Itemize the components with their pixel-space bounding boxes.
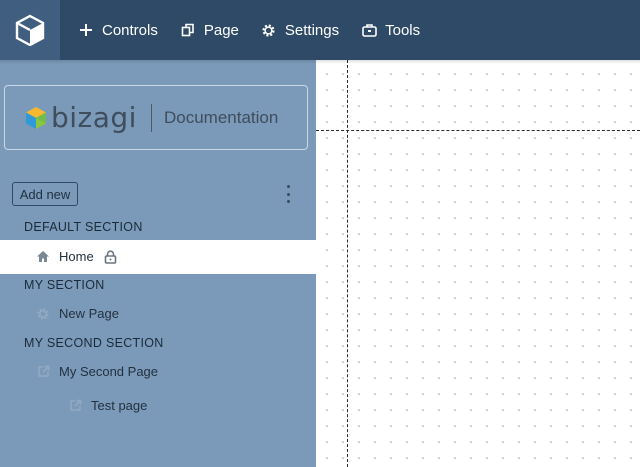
page-label-my-second-page: My Second Page [59,364,159,379]
top-bar: Controls Page Settings Tools [0,0,640,60]
section-title-my-section: MY SECTION [24,278,105,292]
page-copy-icon [180,22,196,38]
menu-page-label: Page [203,21,239,39]
menu-page[interactable]: Page [178,0,241,60]
plus-icon [78,22,94,38]
page-row-my-second-page[interactable]: My Second Page [36,364,158,379]
page-row-home[interactable]: Home [0,240,316,274]
menu-tools-label: Tools [385,21,421,39]
bizagi-logo: bizagi [25,101,137,134]
toolbox-icon [361,22,377,38]
add-new-button[interactable]: Add new [12,182,78,206]
section-title-default: DEFAULT SECTION [24,220,143,234]
page-row-test-page[interactable]: Test page [68,398,147,413]
menu-controls-label: Controls [102,21,158,39]
vertical-guide-line [347,60,348,467]
design-canvas[interactable] [316,60,640,467]
section-title-my-second-section: MY SECOND SECTION [24,336,164,350]
brand-product: Documentation [163,107,279,127]
menu-controls[interactable]: Controls [76,0,160,60]
bizagi-cube-icon [26,106,46,129]
sidebar: bizagi Documentation Add new DEFAULT SEC… [0,60,316,467]
page-row-new-page[interactable]: New Page [36,306,119,321]
gear-icon [36,307,50,321]
app-logo[interactable] [0,0,60,60]
page-label-test-page: Test page [91,398,148,413]
menu-settings-label: Settings [284,21,340,39]
brand-name: bizagi [51,101,137,134]
home-icon [36,250,50,264]
lock-icon[interactable] [104,249,118,264]
horizontal-guide-line [316,130,640,131]
more-options-icon[interactable] [283,185,293,203]
brand-divider [150,103,152,132]
menu-tools[interactable]: Tools [359,0,422,60]
page-label-new-page: New Page [59,306,119,321]
cube-logo-icon [15,14,45,46]
external-link-icon [36,365,50,379]
topbar-shadow [0,60,640,64]
brand-header: bizagi Documentation [4,85,308,150]
menu-settings[interactable]: Settings [259,0,341,60]
page-label-home: Home [59,249,94,264]
external-link-icon [68,399,82,413]
gear-icon [261,22,277,38]
